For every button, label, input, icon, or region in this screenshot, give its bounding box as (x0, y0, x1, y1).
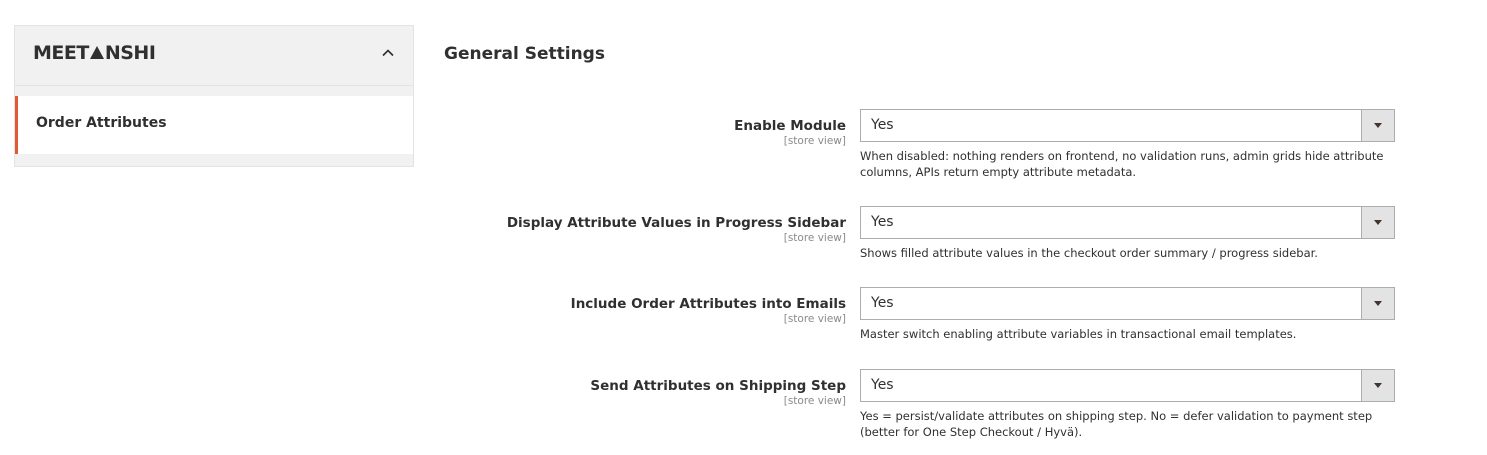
section-title: General Settings (444, 44, 605, 64)
select-toggle[interactable] (1361, 207, 1394, 238)
select-toggle[interactable] (1361, 288, 1394, 319)
caret-down-icon (1374, 383, 1382, 388)
field-label-group: Enable Module [store view] (446, 117, 846, 147)
sidebar-item-order-attributes[interactable]: Order Attributes (15, 96, 413, 154)
field-note: When disabled: nothing renders on fronte… (860, 149, 1384, 179)
field-label-group: Include Order Attributes into Emails [st… (446, 295, 846, 325)
field-label: Include Order Attributes into Emails (570, 296, 846, 312)
logo-text-start: MEET (33, 42, 89, 64)
select-value: Yes (871, 117, 894, 133)
select-toggle[interactable] (1361, 110, 1394, 141)
field-scope: [store view] (783, 232, 846, 244)
field-scope: [store view] (783, 395, 846, 407)
chevron-up-icon[interactable] (381, 46, 395, 60)
send-on-shipping-step-select[interactable]: Yes (860, 369, 1395, 402)
select-value: Yes (871, 377, 894, 393)
field-label-group: Send Attributes on Shipping Step [store … (446, 377, 846, 407)
field-note: Shows filled attribute values in the che… (860, 246, 1318, 260)
meetanshi-logo: MEET NSHI (33, 42, 156, 64)
select-toggle[interactable] (1361, 370, 1394, 401)
field-label: Enable Module (734, 118, 846, 134)
caret-down-icon (1374, 301, 1382, 306)
sidebar-spacer (15, 86, 413, 96)
include-in-emails-select[interactable]: Yes (860, 287, 1395, 320)
logo-text-end: NSHI (104, 42, 156, 64)
sidebar-group-header[interactable]: MEET NSHI (15, 26, 413, 86)
select-value: Yes (871, 295, 894, 311)
caret-down-icon (1374, 123, 1382, 128)
enable-module-select[interactable]: Yes (860, 109, 1395, 142)
field-scope: [store view] (783, 313, 846, 325)
field-label-group: Display Attribute Values in Progress Sid… (446, 214, 846, 244)
select-value: Yes (871, 214, 894, 230)
logo-delta-icon (89, 46, 104, 59)
field-label: Display Attribute Values in Progress Sid… (506, 215, 846, 231)
sidebar-item-label: Order Attributes (36, 115, 167, 131)
display-attribute-values-select[interactable]: Yes (860, 206, 1395, 239)
caret-down-icon (1374, 220, 1382, 225)
field-scope: [store view] (783, 135, 846, 147)
config-page: MEET NSHI Order Attributes General Settin… (0, 0, 1487, 455)
field-note: Master switch enabling attribute variabl… (860, 327, 1297, 341)
field-note: Yes = persist/validate attributes on shi… (860, 409, 1373, 439)
field-label: Send Attributes on Shipping Step (590, 378, 846, 394)
config-sidebar: MEET NSHI Order Attributes (14, 25, 414, 167)
